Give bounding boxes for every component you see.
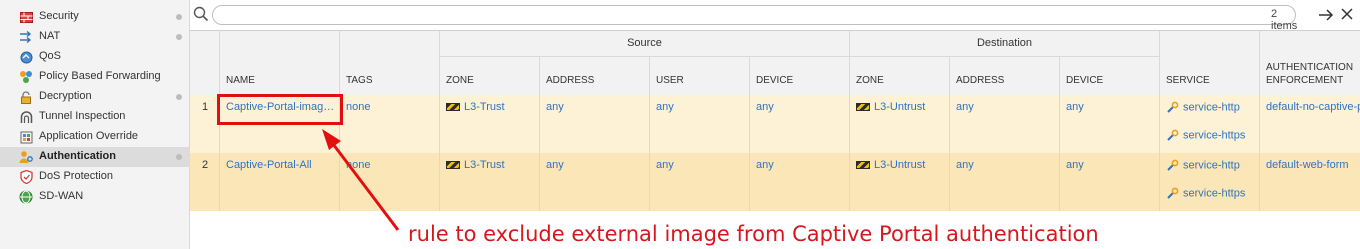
column-header-source-address[interactable]: ADDRESS <box>540 57 650 95</box>
sidebar-item-dot <box>176 14 182 20</box>
row-number: 1 <box>202 101 209 113</box>
service-icon <box>1166 129 1179 142</box>
zone-icon <box>856 103 870 112</box>
filter-bar: 2 items <box>190 0 1360 32</box>
column-header-service[interactable]: SERVICE <box>1160 31 1260 95</box>
destination-zone-link[interactable]: L3-Untrust <box>856 101 925 113</box>
app-override-icon <box>19 130 33 144</box>
sidebar-item-label: NAT <box>39 30 61 42</box>
apply-filter-icon[interactable] <box>1318 7 1334 23</box>
sidebar-item-decryption[interactable]: Decryption <box>0 87 190 107</box>
annotation-text: rule to exclude external image from Capt… <box>408 222 1099 246</box>
sidebar-item-label: SD-WAN <box>39 190 84 202</box>
sidebar-item-authentication[interactable]: Authentication <box>0 147 190 167</box>
clear-filter-icon[interactable] <box>1340 7 1354 21</box>
dos-icon <box>19 170 33 184</box>
tags-value[interactable]: none <box>346 159 370 171</box>
destination-address-value[interactable]: any <box>956 159 974 171</box>
service-link[interactable]: service-http <box>1166 159 1240 172</box>
column-header-source-zone[interactable]: ZONE <box>440 57 540 95</box>
sidebar-item-qos[interactable]: QoS <box>0 47 190 67</box>
sidebar-item-nat[interactable]: NAT <box>0 27 190 47</box>
sidebar-item-label: QoS <box>39 50 62 62</box>
column-header-source-device[interactable]: DEVICE <box>750 57 850 95</box>
column-header-source-user[interactable]: USER <box>650 57 750 95</box>
row-number-header <box>190 31 220 95</box>
sidebar-item-tunnel-inspection[interactable]: Tunnel Inspection <box>0 107 190 127</box>
source-user-value[interactable]: any <box>656 101 674 113</box>
destination-address-value[interactable]: any <box>956 101 974 113</box>
sidebar-item-security[interactable]: Security <box>0 7 190 27</box>
source-user-value[interactable]: any <box>656 159 674 171</box>
destination-device-value[interactable]: any <box>1066 159 1084 171</box>
tags-value[interactable]: none <box>346 101 370 113</box>
source-zone-link[interactable]: L3-Trust <box>446 101 505 113</box>
source-zone-link[interactable]: L3-Trust <box>446 159 505 171</box>
lock-icon <box>19 90 33 104</box>
authentication-enforcement-link[interactable]: default-no-captive-p <box>1266 101 1360 113</box>
source-address-value[interactable]: any <box>546 159 564 171</box>
source-address-value[interactable]: any <box>546 101 564 113</box>
source-device-value[interactable]: any <box>756 159 774 171</box>
service-icon <box>1166 187 1179 200</box>
qos-icon <box>19 50 33 64</box>
sdwan-icon <box>19 190 33 204</box>
service-link[interactable]: service-http <box>1166 101 1240 114</box>
highlight-box <box>217 94 343 125</box>
destination-device-value[interactable]: any <box>1066 101 1084 113</box>
rule-name-link[interactable]: Captive-Portal-All <box>226 159 312 171</box>
nat-icon <box>19 30 33 44</box>
table-row[interactable]: 1 Captive-Portal-imag… none L3-Trust any… <box>190 95 1360 153</box>
service-link[interactable]: service-https <box>1166 129 1245 142</box>
column-header-destination-address[interactable]: ADDRESS <box>950 57 1060 95</box>
sidebar-item-label: Policy Based Forwarding <box>39 70 161 82</box>
zone-icon <box>446 161 460 170</box>
filter-input[interactable] <box>213 6 1273 24</box>
sidebar-item-dot <box>176 34 182 40</box>
sidebar-item-label: Authentication <box>39 150 116 162</box>
column-group-destination: Destination <box>850 31 1160 57</box>
items-count: 2 items <box>1271 8 1298 32</box>
sidebar-item-policy-based-forwarding[interactable]: Policy Based Forwarding <box>0 67 190 87</box>
destination-zone-link[interactable]: L3-Untrust <box>856 159 925 171</box>
column-group-source: Source <box>440 31 850 57</box>
search-icon[interactable] <box>193 6 209 22</box>
column-header-destination-zone[interactable]: ZONE <box>850 57 950 95</box>
column-header-authentication-enforcement[interactable]: AUTHENTICATION ENFORCEMENT <box>1260 31 1360 95</box>
policies-sidebar: Security NAT QoS Policy Based Forwarding <box>0 0 190 249</box>
sidebar-item-label: Decryption <box>39 90 92 102</box>
sidebar-item-label: Application Override <box>39 130 139 142</box>
source-device-value[interactable]: any <box>756 101 774 113</box>
security-icon <box>19 10 33 24</box>
service-icon <box>1166 101 1179 114</box>
sidebar-item-dot <box>176 154 182 160</box>
sidebar-item-sd-wan[interactable]: SD-WAN <box>0 187 190 207</box>
authentication-enforcement-link[interactable]: default-web-form <box>1266 159 1349 171</box>
sidebar-item-application-override[interactable]: Application Override <box>0 127 190 147</box>
column-header-tags[interactable]: TAGS <box>340 31 440 95</box>
sidebar-item-label: DoS Protection <box>39 170 113 182</box>
sidebar-item-label: Security <box>39 10 79 22</box>
app-root: Security NAT QoS Policy Based Forwarding <box>0 0 1360 249</box>
auth-icon <box>19 150 33 164</box>
service-link[interactable]: service-https <box>1166 187 1245 200</box>
sidebar-item-dot <box>176 94 182 100</box>
table-row[interactable]: 2 Captive-Portal-All none L3-Trust any a… <box>190 153 1360 211</box>
sidebar-item-label: Tunnel Inspection <box>39 110 126 122</box>
column-header-name[interactable]: NAME <box>220 31 340 95</box>
sidebar-item-dos-protection[interactable]: DoS Protection <box>0 167 190 187</box>
zone-icon <box>446 103 460 112</box>
service-icon <box>1166 159 1179 172</box>
filter-field: 2 items <box>212 5 1297 32</box>
rules-table: NAME TAGS Source ZONE ADDRESS USER DEVIC… <box>190 31 1360 249</box>
pbf-icon <box>19 70 33 84</box>
column-header-destination-device[interactable]: DEVICE <box>1060 57 1160 95</box>
zone-icon <box>856 161 870 170</box>
row-number: 2 <box>202 159 209 171</box>
tunnel-icon <box>19 110 33 124</box>
